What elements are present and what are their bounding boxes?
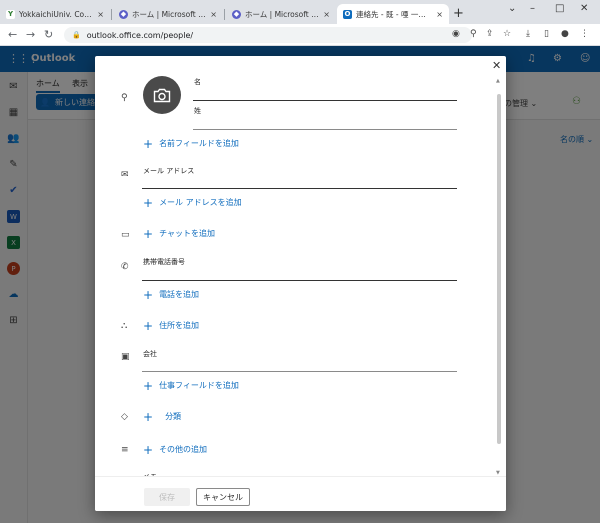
add-address-link[interactable]: + 住所を追加 bbox=[143, 318, 200, 333]
scroll-up-icon[interactable]: ▲ bbox=[496, 78, 500, 84]
last-name-label: 姓 bbox=[194, 107, 201, 115]
url-text: outlook.office.com/people/ bbox=[86, 30, 194, 40]
download-icon[interactable]: ⤓ bbox=[526, 29, 530, 39]
mobile-phone-label: 携帯電話番号 bbox=[143, 258, 185, 266]
minimize-button[interactable]: – bbox=[530, 3, 535, 14]
plus-icon: + bbox=[143, 442, 154, 457]
category-label: 分類 bbox=[165, 412, 182, 421]
plus-icon: + bbox=[143, 136, 154, 151]
more-lines-icon: ≡ bbox=[121, 445, 129, 455]
share-icon[interactable]: ⇪ bbox=[486, 29, 494, 39]
add-phone-link[interactable]: + 電話を追加 bbox=[143, 287, 200, 302]
new-contact-dialog: ✕ ▲ ▼ ⚲ 名 姓 + 名前フィールドを追加 ✉ メール アドレス + メー… bbox=[95, 56, 506, 511]
scroll-thumb[interactable] bbox=[497, 94, 501, 444]
forward-arrow-icon[interactable]: → bbox=[26, 28, 35, 41]
company-label: 会社 bbox=[143, 350, 157, 358]
plus-icon: + bbox=[143, 409, 154, 424]
tab-title: 連絡先 - 既 - 唖 一郎 - O bbox=[356, 9, 433, 19]
profile-icon[interactable]: ● bbox=[561, 29, 569, 39]
add-work-field-link[interactable]: + 仕事フィールドを追加 bbox=[143, 378, 239, 393]
address-bar[interactable]: 🔒 outlook.office.com/people/ bbox=[64, 27, 472, 43]
cancel-button[interactable]: キャンセル bbox=[196, 488, 250, 506]
browser-menu-icon[interactable]: ⋮ bbox=[580, 29, 589, 39]
zoom-icon[interactable]: ⚲ bbox=[470, 29, 477, 39]
tab-title: YokkaichiUniv. Compute bbox=[19, 9, 93, 19]
side-panel-icon[interactable]: ▯ bbox=[544, 29, 549, 39]
plus-icon: + bbox=[143, 287, 154, 302]
dialog-footer: 保存 キャンセル bbox=[95, 476, 506, 511]
close-tab-icon[interactable]: × bbox=[97, 10, 104, 19]
close-icon[interactable]: ✕ bbox=[492, 59, 501, 72]
maximize-button[interactable]: □ bbox=[555, 3, 564, 14]
add-name-field-label: 名前フィールドを追加 bbox=[159, 139, 239, 148]
plus-icon: + bbox=[143, 195, 154, 210]
add-work-field-label: 仕事フィールドを追加 bbox=[159, 381, 239, 390]
outlook-favicon-icon: O bbox=[343, 9, 352, 19]
tab-title: ホーム | Microsoft 365 bbox=[245, 9, 320, 19]
phone-icon: ✆ bbox=[121, 262, 129, 272]
add-other-link[interactable]: + その他の追加 bbox=[143, 442, 208, 457]
mobile-phone-input[interactable] bbox=[142, 280, 457, 281]
chat-icon: ▭ bbox=[121, 230, 130, 240]
lock-icon: 🔒 bbox=[72, 31, 81, 39]
dialog-scrollbar[interactable]: ▲ ▼ bbox=[496, 78, 501, 478]
email-label: メール アドレス bbox=[143, 167, 195, 175]
browser-tab-3[interactable]: ◆ ホーム | Microsoft 365 × bbox=[226, 4, 336, 24]
new-tab-button[interactable]: + bbox=[453, 6, 464, 21]
tag-icon: ◇ bbox=[121, 412, 128, 422]
reload-icon[interactable]: ↻ bbox=[44, 28, 53, 41]
email-input[interactable] bbox=[142, 188, 457, 189]
plus-icon: + bbox=[143, 318, 154, 333]
browser-tab-strip: Y YokkaichiUniv. Compute × ◆ ホーム | Micro… bbox=[0, 0, 600, 24]
view-site-icon[interactable]: ◉ bbox=[452, 29, 460, 39]
briefcase-icon: ▣ bbox=[121, 352, 130, 362]
close-tab-icon[interactable]: × bbox=[210, 10, 217, 19]
company-input[interactable] bbox=[142, 371, 457, 372]
window-close-button[interactable]: ✕ bbox=[580, 3, 588, 14]
plus-icon: + bbox=[143, 378, 154, 393]
add-phone-label: 電話を追加 bbox=[159, 290, 200, 299]
add-chat-link[interactable]: + チャットを追加 bbox=[143, 226, 215, 241]
save-button[interactable]: 保存 bbox=[144, 488, 190, 506]
browser-tab-1[interactable]: Y YokkaichiUniv. Compute × bbox=[0, 4, 110, 24]
microsoft365-favicon-icon: ◆ bbox=[232, 9, 241, 19]
bookmark-star-icon[interactable]: ☆ bbox=[503, 29, 511, 39]
add-other-label: その他の追加 bbox=[159, 445, 208, 454]
tab-search-icon[interactable]: ⌄ bbox=[508, 3, 516, 14]
tab-title: ホーム | Microsoft 365 bbox=[132, 9, 207, 19]
add-name-field-link[interactable]: + 名前フィールドを追加 bbox=[143, 136, 239, 151]
plus-icon: + bbox=[143, 226, 154, 241]
add-photo-button[interactable] bbox=[143, 76, 181, 114]
browser-toolbar: ← → ↻ 🔒 outlook.office.com/people/ ◉ ⚲ ⇪… bbox=[0, 24, 600, 46]
first-name-label: 名 bbox=[194, 78, 201, 86]
tab-separator bbox=[111, 9, 112, 20]
person-icon: ⚲ bbox=[121, 93, 128, 103]
browser-tab-4-active[interactable]: O 連絡先 - 既 - 唖 一郎 - O × bbox=[337, 4, 449, 24]
back-arrow-icon[interactable]: ← bbox=[8, 28, 17, 41]
add-chat-label: チャットを追加 bbox=[159, 229, 215, 238]
tab-separator bbox=[224, 9, 225, 20]
camera-icon bbox=[153, 88, 171, 102]
browser-tab-2[interactable]: ◆ ホーム | Microsoft 365 × bbox=[113, 4, 223, 24]
add-email-label: メール アドレスを追加 bbox=[159, 198, 242, 207]
mail-icon: ✉ bbox=[121, 170, 129, 180]
location-icon: ⛬ bbox=[121, 321, 128, 331]
last-name-input[interactable] bbox=[193, 129, 457, 130]
university-favicon-icon: Y bbox=[6, 9, 15, 19]
close-tab-icon[interactable]: × bbox=[323, 10, 330, 19]
first-name-input[interactable] bbox=[193, 100, 457, 101]
add-category-link[interactable]: + 分類 bbox=[143, 409, 182, 424]
close-tab-icon[interactable]: × bbox=[436, 10, 443, 19]
add-address-label: 住所を追加 bbox=[159, 321, 200, 330]
microsoft365-favicon-icon: ◆ bbox=[119, 9, 128, 19]
add-email-link[interactable]: + メール アドレスを追加 bbox=[143, 195, 242, 210]
